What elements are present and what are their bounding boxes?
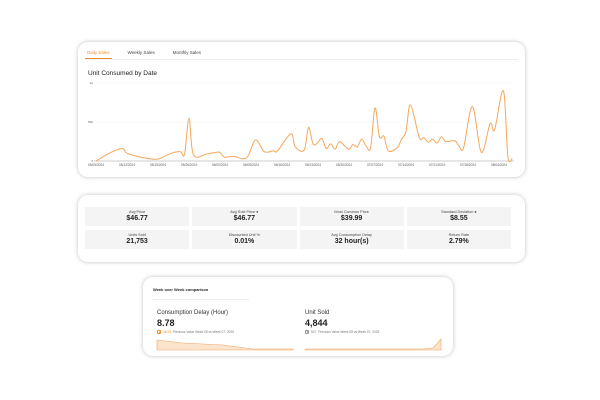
metric-label: Avg Price: [129, 210, 146, 214]
metric-label: Most Common Price: [334, 210, 369, 214]
metric-label: Avg Consumption Delay: [331, 233, 372, 237]
x-tick-label: 06/16/2024: [274, 163, 290, 167]
line-chart: 05001k05/05/2024 05/12/2024 05/19/2024 05/2…: [88, 81, 514, 167]
x-tick-label: 05/12/2024: [119, 163, 135, 167]
daily-sales-card: Daily Sales Weekly Sales Monthly Sales U…: [78, 42, 525, 177]
metric-cell: Discounted Unit % 0.01%: [192, 230, 297, 249]
y-tick-label: 1k: [90, 81, 94, 85]
metric-cell: Standard Deviation ● $8.55: [406, 207, 511, 226]
x-tick-label: 07/28/2024: [460, 163, 476, 167]
metric-value: 21,753: [126, 238, 148, 245]
x-tick-label: 07/21/2024: [429, 163, 445, 167]
x-tick-label: 06/30/2024: [336, 163, 352, 167]
sparkline-unit-sold: [304, 338, 442, 351]
metric-cell: Most Common Price $39.99: [299, 207, 404, 226]
metric-cell: Avg Consumption Delay 32 hour(s): [299, 230, 404, 249]
x-tick-label: 06/09/2024: [243, 163, 259, 167]
series-line: [95, 90, 513, 163]
metric-value: $8.55: [450, 215, 468, 222]
sparkline-consumption-delay: [156, 339, 294, 351]
metric-label: Units Sold: [128, 233, 146, 237]
x-tick-label: 07/14/2024: [398, 163, 414, 167]
x-tick-label: 06/23/2024: [305, 163, 321, 167]
x-tick-label: 05/19/2024: [150, 163, 166, 167]
metric-cell: Return Rate 2.79%: [406, 230, 511, 249]
metric-cell: Avg Price $46.77: [85, 207, 190, 226]
metric-label: Return Rate: [448, 233, 470, 237]
metric-label: Discounted Unit %: [228, 233, 260, 237]
x-tick-label: 05/05/2024: [88, 163, 104, 167]
x-tick-label: 07/07/2024: [367, 163, 383, 167]
metric-label: Avg Sold Price ●: [230, 210, 259, 214]
metric-value: 0.01%: [234, 238, 255, 245]
metric-value: $46.77: [126, 215, 148, 222]
metric-label: Standard Deviation ●: [441, 210, 477, 214]
x-tick-label: 08/04/2024: [491, 163, 507, 167]
metric-value: 32 hour(s): [334, 238, 369, 245]
y-tick-label: 500: [88, 120, 93, 124]
metric-cell: Units Sold 21,753: [85, 230, 190, 249]
sparklines: [156, 338, 442, 351]
metric-cell: Avg Sold Price ● $46.77: [192, 207, 297, 226]
metric-value: 2.79%: [448, 238, 469, 245]
metric-value: $39.99: [340, 215, 363, 222]
metric-value: $46.77: [233, 215, 256, 222]
week-over-week-card: Week over Week comparison Consumption De…: [143, 277, 453, 356]
x-tick-label: 05/26/2024: [181, 163, 197, 167]
metrics-card: Avg Price $46.77 Avg Sold Price ● $46.77 Mos…: [78, 195, 525, 262]
x-tick-label: 06/02/2024: [212, 163, 228, 167]
